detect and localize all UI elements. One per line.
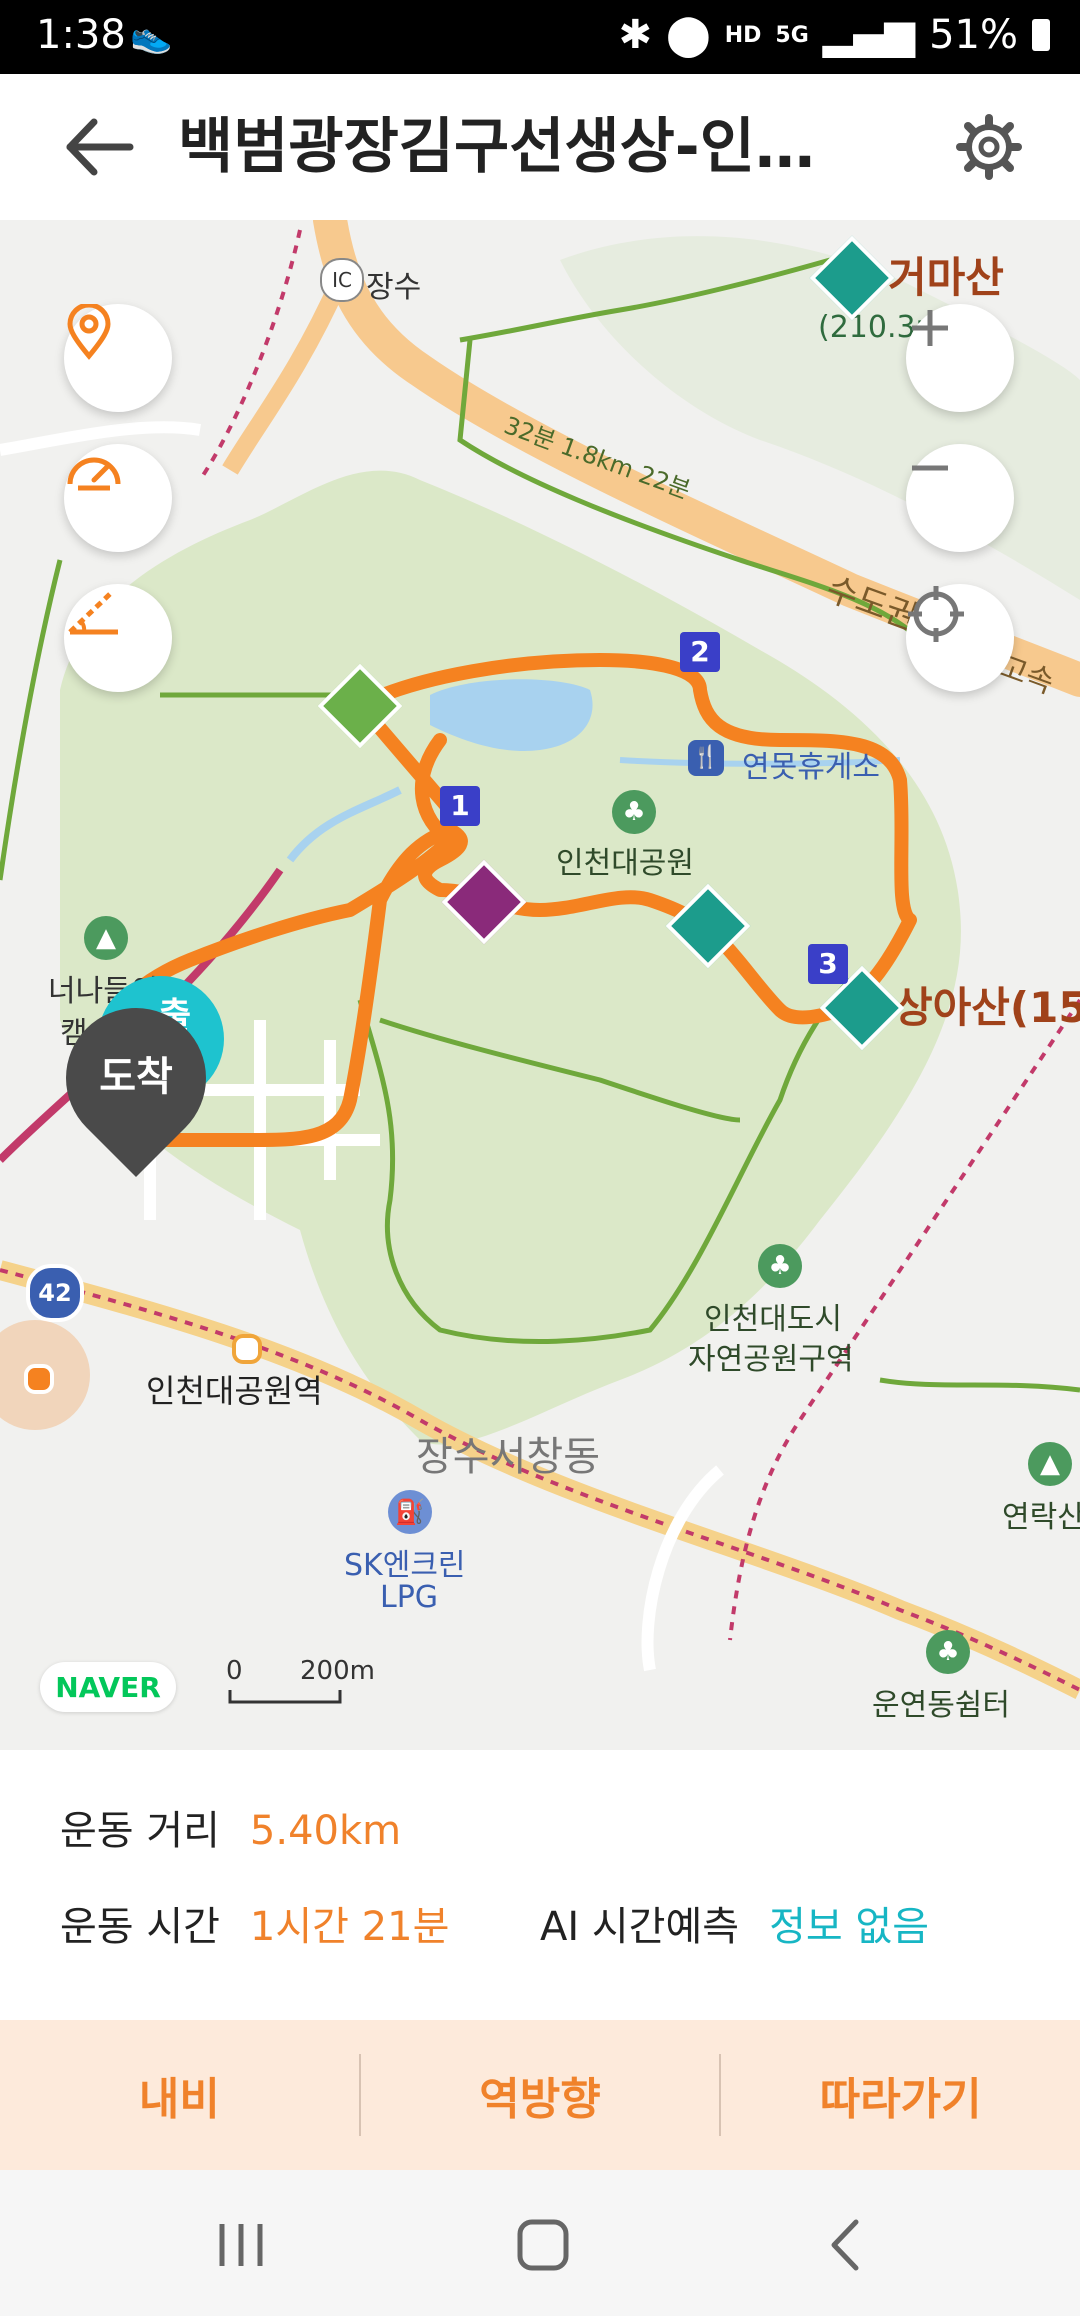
back-button[interactable] <box>60 112 140 182</box>
label-nature-park-2: 자연공원구역 <box>688 1342 854 1377</box>
scale-label: 200m <box>300 1656 375 1686</box>
label-unyeon-shelter: 운연동쉼터 <box>872 1688 1010 1723</box>
signal-icon: ▂▄▆ <box>822 12 916 58</box>
reverse-button[interactable]: 역방향 <box>361 2020 720 2170</box>
nature-tree-icon: ♣ <box>758 1244 802 1288</box>
label-geoma-mountain: 거마산 <box>888 253 1004 302</box>
settings-button[interactable] <box>954 112 1024 182</box>
label-gas-station-2: LPG <box>380 1580 439 1615</box>
back-nav-button[interactable] <box>812 2210 882 2280</box>
arrival-label: 도착 <box>99 1054 173 1100</box>
battery-text: 51% <box>929 12 1018 58</box>
arrow-left-icon <box>66 118 134 176</box>
shelter-tree-icon: ♣ <box>926 1630 970 1674</box>
elevation-icon <box>68 592 118 635</box>
home-icon <box>517 2219 569 2271</box>
ai-label: AI 시간예측 <box>540 1904 740 1950</box>
follow-button[interactable]: 따라가기 <box>721 2020 1080 2170</box>
label-nature-park-1: 인천대도시 <box>704 1302 842 1337</box>
hd-voice-icon: HD <box>724 22 762 48</box>
status-time: 1:38 <box>36 12 126 58</box>
current-location-dot <box>24 1364 54 1394</box>
waypoint-1[interactable]: 1 <box>440 786 480 826</box>
bluetooth-icon: ✱ <box>618 12 652 58</box>
app-bar: 백범광장김구선생상-인… <box>0 74 1080 220</box>
time-label: 운동 시간 <box>60 1904 220 1950</box>
label-jangsu: 장수 <box>366 270 422 305</box>
status-bar: 1:38 👟 ✱ ⬤ HD 5G ▂▄▆ 51% <box>0 0 1080 74</box>
label-gas-station-1: SK엔크린 <box>344 1548 466 1583</box>
summary-panel: 운동 거리 5.40km 운동 시간 1시간 21분 AI 시간예측 정보 없음 <box>0 1750 1080 2020</box>
distance-label: 운동 거리 <box>60 1808 220 1854</box>
home-button[interactable] <box>508 2210 578 2280</box>
scale-zero: 0 <box>226 1656 243 1686</box>
route-42-badge: 42 <box>26 1264 84 1322</box>
battery-icon <box>1032 19 1050 51</box>
time-value: 1시간 21분 <box>249 1904 450 1950</box>
camp-tree-icon: ▲ <box>84 916 128 960</box>
page-title: 백범광장김구선생상-인… <box>178 112 815 182</box>
naver-logo: NAVER <box>40 1662 176 1712</box>
map-view[interactable]: IC 장수 거마산 (210.3m 32분 1.8km 22분 수도권 고속 연… <box>0 220 1080 1750</box>
yeonrak-tree-icon: ▲ <box>1028 1442 1072 1486</box>
system-nav-bar <box>0 2170 1080 2316</box>
label-park-name: 인천대공원 <box>556 846 694 881</box>
speedometer-icon <box>67 457 121 491</box>
ai-row: AI 시간예측 정보 없음 <box>540 1894 929 1952</box>
label-restaurant: 연못휴게소 <box>742 750 880 785</box>
distance-value: 5.40km <box>249 1808 402 1854</box>
distance-row: 운동 거리 5.40km <box>60 1798 401 1856</box>
tree-icon: ♣ <box>612 790 656 834</box>
navi-button[interactable]: 내비 <box>0 2020 359 2170</box>
elevation-button[interactable] <box>64 584 172 692</box>
zoom-out-button[interactable] <box>906 444 1014 552</box>
speedometer-button[interactable] <box>64 444 172 552</box>
recent-apps-icon <box>219 2224 263 2266</box>
minus-icon <box>912 465 948 471</box>
label-sanga-mountain: 상아산(15 <box>894 983 1080 1032</box>
crosshair-icon <box>908 586 964 642</box>
ai-value: 정보 없음 <box>769 1904 929 1950</box>
network-5g-icon: 5G <box>775 22 809 48</box>
recent-apps-button[interactable] <box>206 2210 276 2280</box>
label-yeonrak: 연락산 <box>1002 1500 1080 1535</box>
scale-bar <box>228 1690 342 1704</box>
fitness-app-icon: 👟 <box>130 16 173 56</box>
location-icon: ⬤ <box>665 12 711 58</box>
label-jangsu-seochang: 장수서창동 <box>416 1434 600 1480</box>
zoom-in-button[interactable] <box>906 304 1014 412</box>
ic-badge: IC <box>320 258 364 302</box>
recenter-button[interactable] <box>906 584 1014 692</box>
time-row: 운동 시간 1시간 21분 <box>60 1894 449 1952</box>
restaurant-icon: 🍴 <box>688 740 724 776</box>
status-icons: ✱ ⬤ HD 5G ▂▄▆ 51% <box>618 12 1050 58</box>
plus-icon <box>912 310 948 346</box>
location-pin-icon <box>67 304 111 360</box>
label-station: 인천대공원역 <box>146 1372 323 1410</box>
gear-icon <box>956 114 1022 180</box>
chevron-left-icon <box>831 2219 859 2271</box>
action-bar: 내비 역방향 따라가기 <box>0 2020 1080 2170</box>
waypoint-2[interactable]: 2 <box>680 632 720 672</box>
gas-station-icon: ⛽ <box>388 1490 432 1534</box>
station-marker <box>232 1334 262 1364</box>
waypoint-3[interactable]: 3 <box>808 944 848 984</box>
ramp <box>222 276 349 475</box>
location-pin-button[interactable] <box>64 304 172 412</box>
